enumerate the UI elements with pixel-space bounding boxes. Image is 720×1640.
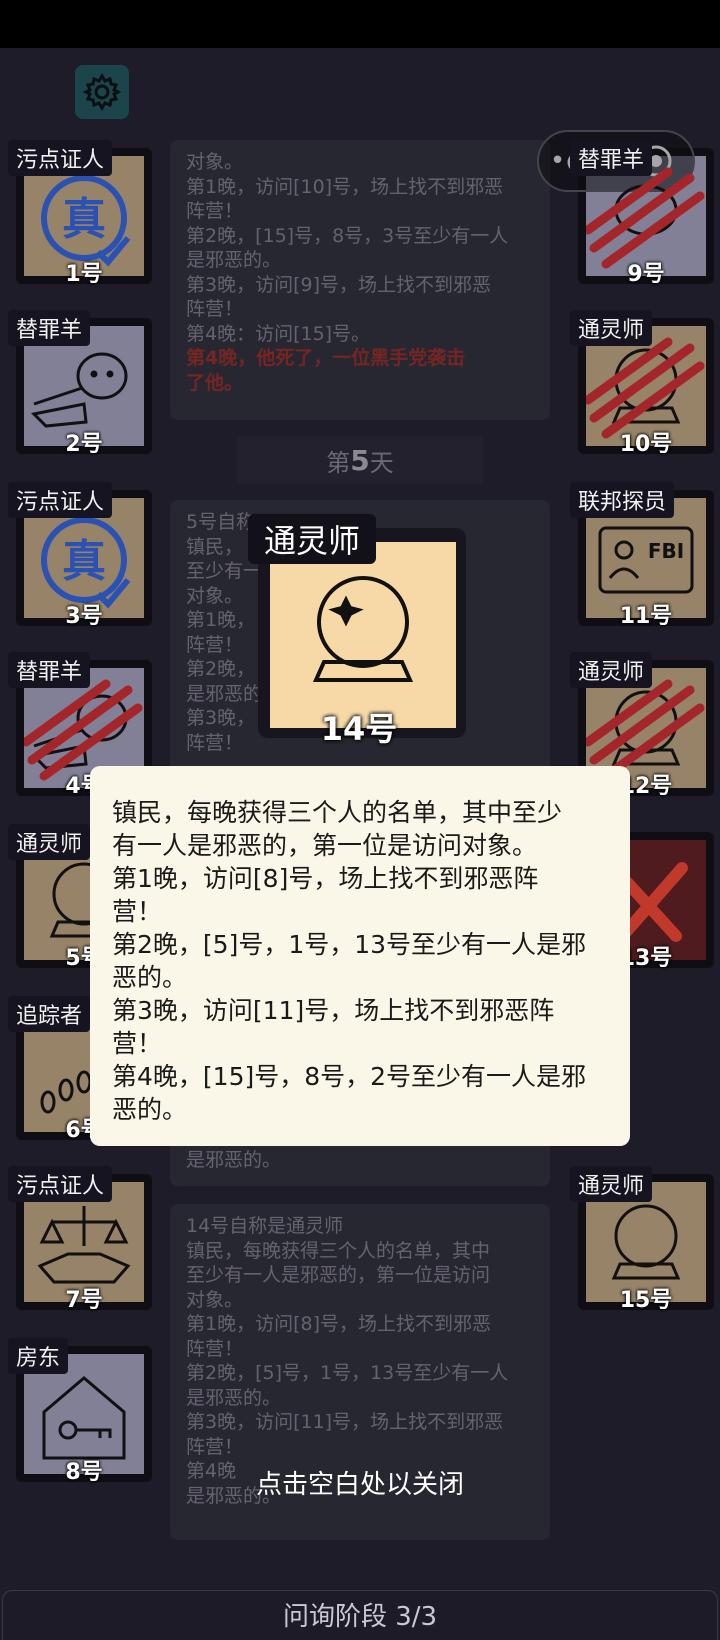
role-label: 通灵师 [570,1166,653,1202]
role-label: 追踪者 [8,996,91,1032]
role-label: 污点证人 [8,482,113,518]
seat-number: 2号 [65,432,103,457]
role-label: 替罪羊 [8,310,91,346]
seat-number: 3号 [65,604,103,629]
seat-number: 9号 [627,262,665,287]
player-card-15[interactable]: 通灵师 15号 [570,1166,714,1313]
popup-line: 第3晚，访问[11]号，场上找不到邪恶阵 [112,996,555,1025]
status-bar [0,0,720,48]
popup-line: 恶的。 [112,963,188,992]
popup-role-title: 通灵师 [248,514,377,564]
popup-line: 第4晚，[15]号，8号，2号至少有一人是邪 [112,1062,587,1091]
player-card-10[interactable]: 通灵师 10号 [570,310,714,457]
role-label: 替罪羊 [8,652,91,688]
popup-line: 第1晚，访问[8]号，场上找不到邪恶阵 [112,864,539,893]
seat-number: 1号 [65,262,103,287]
popup-line: 镇民，每晚获得三个人的名单，其中至少 [112,798,563,827]
player-card-2[interactable]: 替罪羊 2号 [8,310,152,457]
svg-text:真: 真 [62,194,106,245]
role-label: 联邦探员 [570,482,675,518]
selected-player-card: 通灵师 14号 [248,514,466,748]
player-card-8[interactable]: 房东 8号 [8,1338,152,1485]
close-hint: 点击空白处以关闭 [255,1470,464,1500]
svg-text:真: 真 [62,536,106,587]
role-label: 通灵师 [570,310,653,346]
popup-line: 营！ [112,897,163,926]
popup-line: 有一人是邪恶的，第一位是访问对象。 [112,831,538,860]
player-card-9[interactable]: 替罪羊 9号 [570,140,714,287]
role-label: 通灵师 [8,824,91,860]
role-label: 通灵师 [570,652,653,688]
phase-indicator: 问询阶段 3/3 [2,1590,718,1640]
crystal-ball-icon [312,576,414,682]
seat-number: 7号 [65,1288,103,1313]
player-card-1[interactable]: 污点证人 真 1号 [8,140,152,287]
player-card-7[interactable]: 污点证人 7号 [8,1166,152,1313]
player-card-11[interactable]: 联邦探员 FBI 11号 [570,482,714,629]
seat-number: 11号 [619,604,673,629]
seat-number: 15号 [619,1288,673,1313]
svg-text:FBI: FBI [648,539,684,563]
popup-seat-number: 14号 [320,710,398,748]
popup-line: 第2晚，[5]号，1号，13号至少有一人是邪 [112,930,587,959]
role-label: 污点证人 [8,1166,113,1202]
player-card-3[interactable]: 污点证人 真 3号 [8,482,152,629]
role-label: 房东 [8,1338,69,1374]
popup-line: 恶的。 [112,1095,188,1124]
role-detail-popup: 镇民，每晚获得三个人的名单，其中至少 有一人是邪恶的，第一位是访问对象。 第1晚… [90,766,630,1146]
role-label: 替罪羊 [570,140,653,176]
role-label: 污点证人 [8,140,113,176]
seat-number: 10号 [619,432,673,457]
popup-line: 营！ [112,1029,163,1058]
